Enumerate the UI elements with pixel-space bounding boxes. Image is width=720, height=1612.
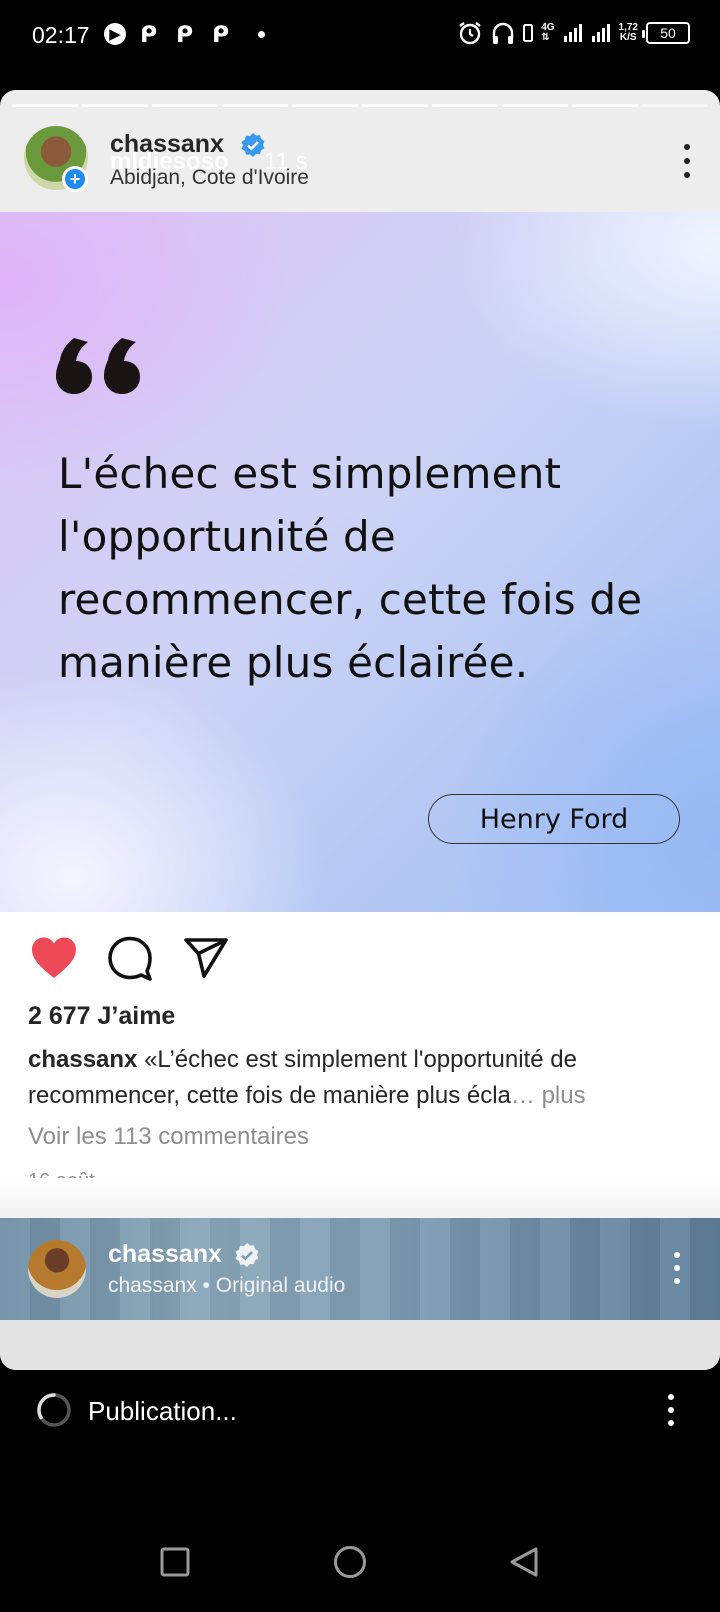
more-options-icon[interactable]: [682, 144, 692, 178]
progress-segment: [502, 104, 568, 107]
story-card[interactable]: + chassanx mldjesoso 11 s Abidjan, Cote …: [0, 90, 720, 1370]
story-progress: [12, 104, 708, 107]
verified-badge-icon: [241, 133, 265, 157]
post-header: + chassanx mldjesoso 11 s Abidjan, Cote …: [0, 108, 720, 210]
verified-badge-icon: [235, 1243, 259, 1267]
card-bottom: [0, 1320, 720, 1370]
status-icons: 4G ⇅ 1,72 K/S 50: [457, 20, 690, 46]
send-icon: [184, 938, 228, 978]
reel-audio[interactable]: chassanx • Original audio: [108, 1274, 345, 1298]
post-body: 2 677 J’aime chassanx «L’échec est simpl…: [0, 912, 720, 1218]
add-story-icon[interactable]: +: [62, 166, 88, 192]
reel-preview[interactable]: chassanx chassanx • Original audio: [0, 1218, 720, 1320]
progress-segment: [82, 104, 148, 107]
caption-username[interactable]: chassanx: [28, 1046, 137, 1073]
view-comments-link[interactable]: Voir les 113 commentaires: [28, 1123, 309, 1151]
quote-text: L'échec est simplement l'opportunité de …: [58, 449, 643, 687]
status-bar: 02:17 ▶ ᑭ ᑭ ᑭ 4G ⇅ 1,72 K/S 50: [0, 0, 720, 72]
reel-username[interactable]: chassanx: [108, 1240, 222, 1269]
p-app-icon: ᑭ: [176, 21, 194, 47]
post-location[interactable]: Abidjan, Cote d'Ivoire: [110, 166, 309, 190]
more-options-icon[interactable]: [666, 1394, 676, 1426]
post-fade: [0, 1178, 720, 1218]
battery-icon: 50: [642, 22, 690, 44]
network-speed: 1,72 K/S: [618, 22, 638, 43]
quote-mark-icon: [56, 338, 140, 394]
more-dot-icon: [258, 30, 265, 38]
post-caption[interactable]: chassanx «L’échec est simplement l'oppor…: [28, 1042, 688, 1114]
publishing-label: Publication...: [88, 1396, 237, 1426]
p-app-icon: ᑭ: [212, 21, 230, 47]
comment-icon: [108, 936, 152, 981]
notification-icons: ▶ ᑭ ᑭ ᑭ: [104, 22, 265, 46]
headphones-icon: [492, 22, 514, 44]
progress-segment: [12, 104, 78, 107]
status-time: 02:17: [32, 22, 90, 48]
heart-icon: [32, 937, 76, 978]
progress-segment: [642, 104, 708, 107]
system-nav-bar: [0, 1520, 720, 1612]
quote-image: L'échec est simplement l'opportunité de …: [0, 212, 720, 912]
progress-segment: [432, 104, 498, 107]
back-button[interactable]: [502, 1540, 546, 1584]
network-type: 4G ⇅: [541, 22, 555, 43]
progress-segment: [362, 104, 428, 107]
likes-count[interactable]: 2 677 J’aime: [28, 1002, 175, 1031]
reel-avatar[interactable]: [28, 1240, 86, 1298]
progress-segment: [572, 104, 638, 107]
home-button[interactable]: [328, 1540, 372, 1584]
progress-segment: [152, 104, 218, 107]
circle-icon: [334, 1546, 366, 1578]
signal-icon: [563, 24, 582, 42]
share-button[interactable]: [182, 934, 230, 982]
publishing-bar: Publication...: [0, 1380, 720, 1440]
signal-2-icon: [591, 24, 610, 42]
back-triangle-icon: [510, 1547, 538, 1577]
p-app-icon: ᑭ: [140, 21, 158, 47]
caption-more-link[interactable]: … plus: [511, 1082, 586, 1109]
alarm-icon: [459, 22, 481, 45]
square-icon: [160, 1547, 190, 1577]
post-actions: [30, 934, 230, 982]
loading-spinner-icon: [37, 1393, 71, 1427]
progress-segment: [292, 104, 358, 107]
like-button[interactable]: [30, 934, 78, 982]
more-options-icon[interactable]: [672, 1252, 682, 1284]
vibrate-icon: [523, 24, 534, 42]
quote-author: Henry Ford: [428, 794, 680, 844]
recent-apps-button[interactable]: [153, 1540, 197, 1584]
comment-button[interactable]: [106, 934, 154, 982]
media-player-icon: ▶: [104, 23, 126, 45]
progress-segment: [222, 104, 288, 107]
